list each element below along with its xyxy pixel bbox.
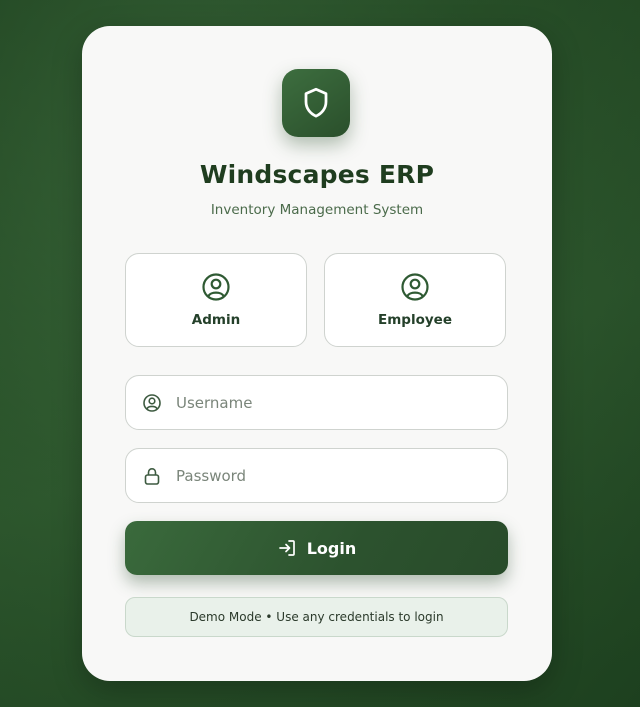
password-field[interactable] <box>125 448 508 503</box>
demo-mode-notice: Demo Mode • Use any credentials to login <box>125 597 508 637</box>
login-button-label: Login <box>306 538 357 558</box>
username-field[interactable] <box>125 375 508 430</box>
role-admin-button[interactable]: Admin <box>125 253 307 347</box>
role-admin-label: Admin <box>191 312 241 328</box>
login-arrow-icon <box>278 540 295 556</box>
role-employee-button[interactable]: Employee <box>324 253 506 347</box>
user-circle-icon <box>202 273 230 301</box>
user-circle-icon <box>143 393 161 412</box>
app-title: Windscapes ERP <box>199 160 435 189</box>
login-card: Windscapes ERP Inventory Management Syst… <box>82 26 552 681</box>
login-button[interactable]: Login <box>125 521 508 575</box>
lock-icon <box>144 467 160 485</box>
app-subtitle: Inventory Management System <box>210 202 424 218</box>
user-circle-icon <box>401 273 429 301</box>
password-input[interactable] <box>174 465 488 486</box>
app-logo <box>282 69 350 137</box>
shield-icon <box>304 87 328 118</box>
username-input[interactable] <box>174 392 488 413</box>
role-employee-label: Employee <box>378 312 452 328</box>
